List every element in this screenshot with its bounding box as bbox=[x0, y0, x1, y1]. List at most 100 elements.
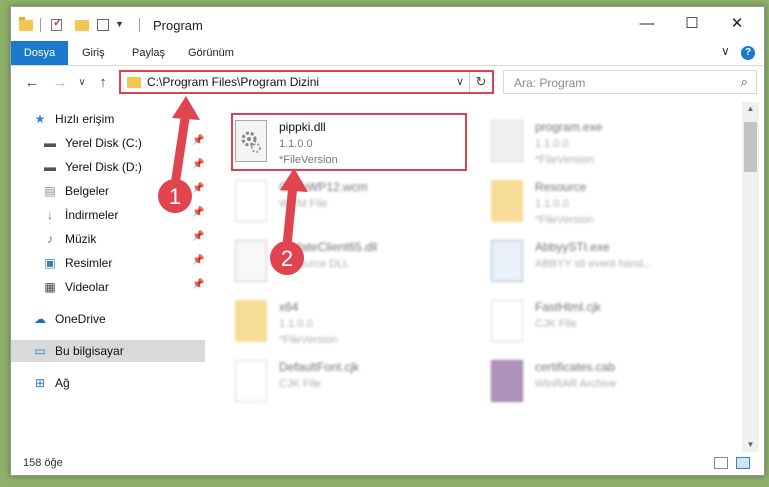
refresh-button[interactable]: ↻ bbox=[469, 72, 492, 92]
file-version-label: *FileVersion bbox=[535, 154, 594, 166]
file-version: 1.1.0.0 bbox=[279, 318, 313, 330]
help-icon[interactable]: ? bbox=[741, 46, 755, 60]
file-version: 1.1.0.0 bbox=[535, 138, 569, 150]
navigation-pane: ★ Hızlı erişim ▬ Yerel Disk (C:) 📌 ▬ Yer… bbox=[11, 102, 205, 452]
drive-icon: ▬ bbox=[44, 136, 56, 150]
sidebar-item-documents[interactable]: ▤ Belgeler 📌 bbox=[11, 180, 205, 202]
documents-icon: ▤ bbox=[44, 184, 56, 198]
file-name: program.exe bbox=[535, 120, 603, 134]
vertical-scrollbar[interactable]: ▲ ▼ bbox=[742, 102, 759, 452]
pin-icon: 📌 bbox=[192, 255, 205, 266]
file-type: CJK File bbox=[279, 378, 321, 390]
separator bbox=[40, 18, 41, 32]
music-icon: ♪ bbox=[47, 232, 53, 246]
forward-button[interactable]: → bbox=[51, 74, 69, 91]
quick-access-dropdown-icon[interactable]: ▼ bbox=[115, 19, 124, 35]
ribbon-tabs: Dosya Giriş Paylaş Görünüm ∨ ? bbox=[11, 41, 764, 66]
exe-icon bbox=[491, 120, 523, 162]
sidebar-item-label: OneDrive bbox=[55, 312, 106, 326]
sidebar-item-label: Ağ bbox=[55, 376, 70, 390]
title-bar: ▼ Program — ☐ ✕ bbox=[11, 7, 764, 41]
file-name: Resource bbox=[535, 180, 587, 194]
file-name: FastHtml.cjk bbox=[535, 300, 601, 314]
file-tile-fasthtml[interactable]: FastHtml.cjk CJK File bbox=[485, 294, 725, 352]
sidebar-item-pictures[interactable]: ▣ Resimler 📌 bbox=[11, 252, 205, 274]
sidebar-item-music[interactable]: ♪ Müzik 📌 bbox=[11, 228, 205, 250]
properties-icon[interactable] bbox=[97, 19, 109, 31]
pin-icon: 📌 bbox=[192, 231, 205, 242]
sidebar-item-label: Yerel Disk (C:) bbox=[65, 136, 142, 150]
expand-ribbon-icon[interactable]: ∨ bbox=[721, 44, 730, 58]
tiles-view-icon[interactable] bbox=[736, 457, 750, 469]
pin-icon: 📌 bbox=[192, 183, 205, 194]
downloads-icon: ↓ bbox=[47, 208, 53, 222]
file-tile-updateclient65[interactable]: UpdateClient65.dll Resource DLL bbox=[229, 234, 469, 292]
search-icon[interactable]: ⌕ bbox=[741, 74, 748, 90]
scroll-down-icon[interactable]: ▼ bbox=[742, 438, 759, 452]
sidebar-item-drive-d[interactable]: ▬ Yerel Disk (D:) 📌 bbox=[11, 156, 205, 178]
folder-tile-resource[interactable]: Resource 1.1.0.0 *FileVersion bbox=[485, 174, 725, 232]
tab-share[interactable]: Paylaş bbox=[132, 41, 165, 65]
back-button[interactable]: ← bbox=[23, 74, 41, 91]
pin-icon: 📌 bbox=[192, 279, 205, 290]
address-dropdown-icon[interactable]: ∨ bbox=[456, 75, 464, 88]
sidebar-item-label: Müzik bbox=[65, 232, 97, 246]
search-placeholder[interactable]: Ara: Program bbox=[514, 76, 585, 90]
sidebar-item-label: Bu bilgisayar bbox=[55, 344, 124, 358]
sidebar-item-label: Videolar bbox=[65, 280, 109, 294]
recent-locations-icon[interactable]: ∨ bbox=[73, 77, 91, 88]
file-name: DefaultFont.cjk bbox=[279, 360, 360, 374]
exe-window-icon bbox=[491, 240, 523, 282]
minimize-button[interactable]: — bbox=[627, 11, 667, 37]
properties-check-icon[interactable] bbox=[51, 16, 62, 31]
sidebar-item-onedrive[interactable]: ☁ OneDrive bbox=[11, 308, 205, 330]
file-name: UpdateClient65.dll bbox=[279, 240, 378, 254]
highlight-box bbox=[231, 113, 467, 171]
file-tile-defaultfont[interactable]: DefaultFont.cjk CJK File bbox=[229, 354, 469, 412]
maximize-button[interactable]: ☐ bbox=[672, 11, 712, 37]
file-tile-abbyysti[interactable]: AbbyySTI.exe ABBYY sti event hand... bbox=[485, 234, 725, 292]
address-bar[interactable]: C:\Program Files\Program Dizini ∨ ↻ bbox=[119, 70, 494, 94]
tab-view[interactable]: Görünüm bbox=[188, 41, 234, 65]
folder-icon bbox=[235, 300, 267, 342]
sidebar-item-network[interactable]: ⊞ Ağ bbox=[11, 372, 205, 394]
file-type: WinRAR Archive bbox=[535, 378, 617, 390]
search-box[interactable]: Ara: Program ⌕ bbox=[503, 70, 757, 94]
up-button[interactable]: ↑ bbox=[94, 74, 112, 91]
drive-icon: ▬ bbox=[44, 160, 56, 174]
computer-icon: ▭ bbox=[34, 344, 46, 358]
new-folder-icon[interactable] bbox=[75, 20, 89, 31]
file-list: pippki.dll 1.1.0.0 *FileVersion program.… bbox=[209, 102, 741, 452]
sidebar-item-drive-c[interactable]: ▬ Yerel Disk (C:) 📌 bbox=[11, 132, 205, 154]
scroll-up-icon[interactable]: ▲ bbox=[742, 102, 759, 116]
file-tile-program-exe[interactable]: program.exe 1.1.0.0 *FileVersion bbox=[485, 114, 725, 172]
sidebar-item-this-pc[interactable]: ▭ Bu bilgisayar bbox=[11, 340, 205, 362]
separator bbox=[139, 18, 140, 32]
sidebar-item-label: Yerel Disk (D:) bbox=[65, 160, 142, 174]
close-button[interactable]: ✕ bbox=[717, 11, 757, 37]
sidebar-item-videos[interactable]: ▦ Videolar 📌 bbox=[11, 276, 205, 298]
folder-icon bbox=[19, 17, 33, 31]
details-view-icon[interactable] bbox=[714, 457, 728, 469]
file-type: WCM File bbox=[279, 198, 328, 210]
address-path[interactable]: C:\Program Files\Program Dizini bbox=[147, 75, 319, 89]
folder-icon bbox=[127, 77, 141, 88]
pin-icon: 📌 bbox=[192, 207, 205, 218]
pin-icon: 📌 bbox=[192, 135, 205, 146]
folder-tile-x64[interactable]: x64 1.1.0.0 *FileVersion bbox=[229, 294, 469, 352]
file-version-label: *FileVersion bbox=[279, 334, 338, 346]
pictures-icon: ▣ bbox=[44, 256, 56, 270]
folder-icon bbox=[491, 180, 523, 222]
sidebar-item-quick-access[interactable]: ★ Hızlı erişim bbox=[11, 108, 205, 130]
sidebar-item-label: Hızlı erişim bbox=[55, 112, 115, 126]
network-icon: ⊞ bbox=[34, 376, 46, 390]
file-name: certificates.cab bbox=[535, 360, 616, 374]
file-tile-giftowp12[interactable]: GifToWP12.wcm WCM File bbox=[229, 174, 469, 232]
videos-icon: ▦ bbox=[44, 280, 56, 294]
sidebar-item-downloads[interactable]: ↓ İndirmeler 📌 bbox=[11, 204, 205, 226]
file-tile-certificates-cab[interactable]: certificates.cab WinRAR Archive bbox=[485, 354, 725, 412]
tab-home[interactable]: Giriş bbox=[82, 41, 105, 65]
file-version: 1.1.0.0 bbox=[535, 198, 569, 210]
tab-file[interactable]: Dosya bbox=[11, 41, 68, 65]
scroll-thumb[interactable] bbox=[744, 122, 757, 172]
